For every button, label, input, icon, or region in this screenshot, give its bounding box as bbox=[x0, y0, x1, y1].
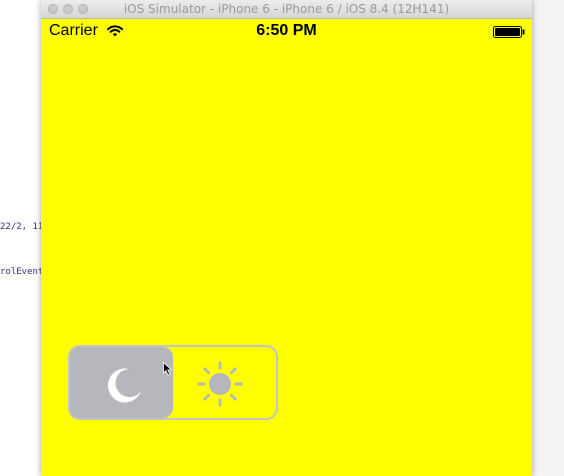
moon-icon bbox=[107, 368, 141, 403]
window-titlebar[interactable]: iOS Simulator - iPhone 6 - iPhone 6 / iO… bbox=[41, 0, 532, 19]
switch-knob[interactable] bbox=[70, 347, 173, 418]
battery-icon bbox=[493, 26, 525, 38]
day-night-switch[interactable] bbox=[68, 345, 278, 420]
window-title: iOS Simulator - iPhone 6 - iPhone 6 / iO… bbox=[123, 2, 450, 16]
status-bar: Carrier 6:50 PM bbox=[41, 19, 532, 45]
background-window bbox=[532, 0, 564, 476]
code-fragment: rolEvent bbox=[0, 267, 44, 277]
simulator-window: iOS Simulator - iPhone 6 - iPhone 6 / iO… bbox=[41, 0, 532, 476]
code-fragment: 22/2, 11 bbox=[0, 222, 44, 232]
sun-icon[interactable] bbox=[197, 361, 243, 407]
desktop: 22/2, 11 rolEvent iOS Simulator - iPhone… bbox=[0, 0, 564, 476]
mouse-cursor-icon bbox=[163, 362, 173, 376]
status-time: 6:50 PM bbox=[256, 22, 317, 39]
